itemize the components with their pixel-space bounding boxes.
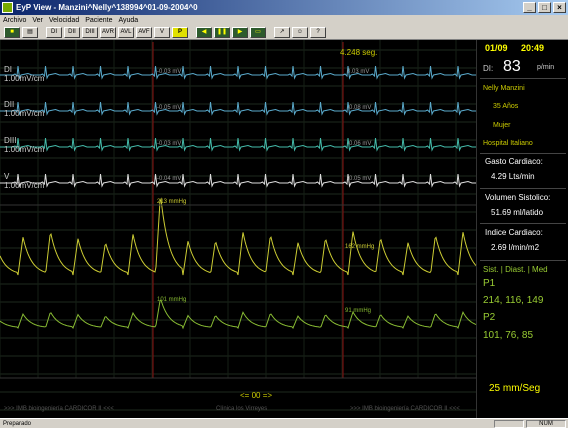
sweep-time: 4.248 seg.: [340, 48, 378, 57]
p1-trace: [0, 197, 476, 276]
p1-label: P1: [483, 278, 496, 289]
menu-velocidad[interactable]: Velocidad: [49, 17, 79, 24]
patient-sex: Mujer: [493, 122, 511, 129]
p1-values: 214, 116, 149: [483, 295, 544, 306]
lead-v-button[interactable]: V: [154, 27, 170, 38]
lead-dii-button[interactable]: DII: [64, 27, 80, 38]
vitals-panel: 01/09 20:49 DI: 83 p/min Nelly Manzini 3…: [476, 40, 568, 418]
page-navigation[interactable]: <= 00 =>: [240, 391, 272, 400]
p2-label: P2: [483, 312, 496, 323]
close-button[interactable]: ×: [553, 2, 566, 13]
toolbar: ■ ▤ DI DII DIII AVR AVL AVF V P ◀ ❚❚ ▶ ▭…: [0, 26, 568, 40]
person-icon[interactable]: ☺: [292, 27, 308, 38]
cardiac-output-value: 4.29 Lts/min: [491, 172, 535, 181]
cardiac-index-label: Indice Cardiaco:: [485, 228, 543, 237]
p1-peak-label-1: 213 mmHg: [157, 199, 187, 205]
minimize-button[interactable]: _: [523, 2, 536, 13]
lead-avl-button[interactable]: AVL: [118, 27, 134, 38]
num-lock-indicator: NUM: [526, 419, 566, 428]
stroke-volume-value: 51.69 ml/latido: [491, 208, 544, 217]
menu-ayuda[interactable]: Ayuda: [118, 17, 138, 24]
date-display: 01/09: [485, 43, 508, 53]
footer-brand-right: >>> IMB bioingeniería CARDICOR II <<<: [350, 406, 460, 412]
p2-peak-label-1: 101 mmHg: [157, 297, 187, 303]
cardiac-output-label: Gasto Cardiaco:: [485, 157, 543, 166]
patient-age: 35 Años: [493, 103, 519, 110]
footer-brand-left: >>> IMB bioingeniería CARDICOR II <<<: [4, 406, 114, 412]
lead-di-button[interactable]: DI: [46, 27, 62, 38]
lead-diii-value-2: -0.06 mV: [347, 141, 372, 147]
lead-di-value-1: -0.03 mV: [157, 69, 182, 75]
cardiac-index-value: 2.69 l/min/m2: [491, 243, 540, 252]
lead-di-value-2: 0.03 mV: [347, 69, 370, 75]
pause-icon[interactable]: ❚❚: [214, 27, 230, 38]
menu-paciente[interactable]: Paciente: [85, 17, 112, 24]
hr-label: DI:: [483, 64, 494, 73]
p1-peak-label-2: 162 mmHg: [345, 244, 375, 250]
lead-avf-button[interactable]: AVF: [136, 27, 152, 38]
lead-diii-button[interactable]: DIII: [82, 27, 98, 38]
menu-ver[interactable]: Ver: [32, 17, 43, 24]
status-pane-empty: [494, 419, 524, 428]
p2-peak-label-2: 91 mmHg: [345, 308, 372, 314]
time-display: 20:49: [521, 43, 545, 53]
title-bar: EyP View - Manzini^Nelly^138994^01-09-20…: [0, 0, 568, 15]
lead-avr-button[interactable]: AVR: [100, 27, 116, 38]
lead-v-label: V 1.00mV/cm: [4, 172, 45, 190]
status-bar: Preparado NUM: [0, 418, 568, 428]
maximize-button[interactable]: □: [538, 2, 551, 13]
lead-diii-value-1: -0.03 mV: [157, 141, 182, 147]
monitor-icon[interactable]: ▭: [250, 27, 266, 38]
app-icon: [2, 2, 13, 13]
p2-trace: [0, 299, 476, 330]
print-icon[interactable]: ▤: [22, 27, 38, 38]
waveform-canvas: [0, 40, 476, 411]
lead-dii-label: DII 1.00mV/cm: [4, 100, 45, 118]
patient-hospital: Hospital Italiano: [483, 140, 533, 147]
record-button[interactable]: ■: [4, 27, 20, 38]
menu-archivo[interactable]: Archivo: [3, 17, 26, 24]
paper-speed[interactable]: 25 mm/Seg: [489, 383, 540, 394]
heart-rate-value: 83: [503, 58, 521, 75]
lead-di-label: DI 1.00mV/cm: [4, 65, 45, 83]
p2-values: 101, 76, 85: [483, 330, 534, 341]
menu-bar: Archivo Ver Velocidad Paciente Ayuda: [0, 15, 568, 26]
footer-clinic: Clínica los Virreyes: [216, 406, 268, 412]
hr-unit: p/min: [537, 64, 555, 71]
chart-icon[interactable]: ↗: [274, 27, 290, 38]
app-window: EyP View - Manzini^Nelly^138994^01-09-20…: [0, 0, 568, 428]
help-icon[interactable]: ?: [310, 27, 326, 38]
lead-v-value-1: -0.04 mV: [157, 176, 182, 182]
patient-name: Nelly Manzini: [483, 85, 525, 92]
pressure-button[interactable]: P: [172, 27, 188, 38]
window-title: EyP View - Manzini^Nelly^138994^01-09-20…: [16, 3, 198, 12]
stroke-volume-label: Volumen Sistolico:: [485, 193, 551, 202]
monitor-display: 4.248 seg. DI 1.00mV/cm DII 1.00mV/cm DI…: [0, 40, 568, 418]
play-icon[interactable]: ▶: [232, 27, 248, 38]
status-text: Preparado: [3, 420, 32, 427]
lead-v-value-2: -0.05 mV: [347, 176, 372, 182]
lead-dii-value-1: -0.05 mV: [157, 105, 182, 111]
lead-diii-label: DIII 1.00mV/cm: [4, 136, 45, 154]
lead-dii-value-2: -0.08 mV: [347, 105, 372, 111]
rewind-icon[interactable]: ◀: [196, 27, 212, 38]
pressure-header: Sist. | Diast. | Med: [483, 265, 548, 274]
